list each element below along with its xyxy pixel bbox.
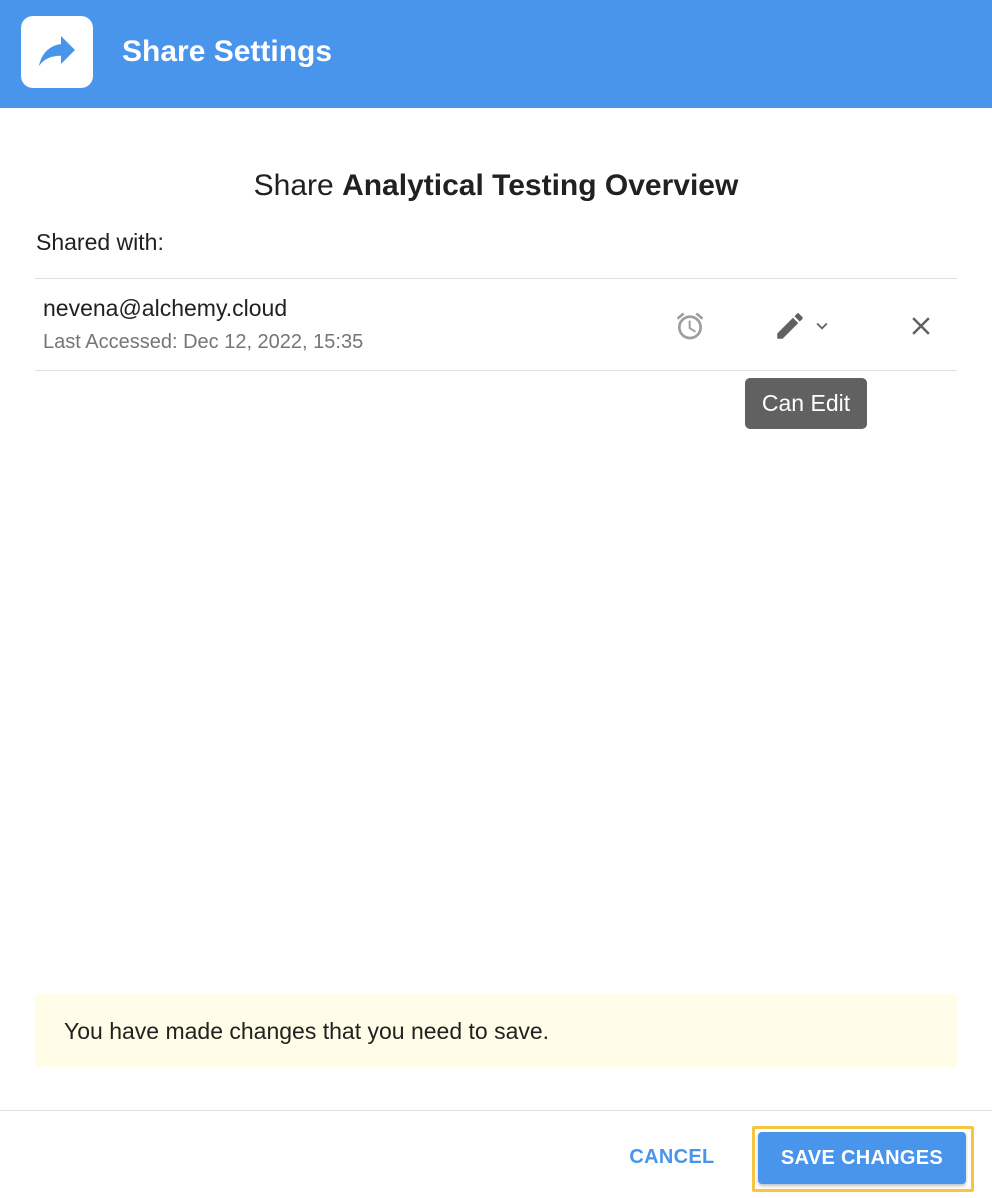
footer-divider [0, 1110, 992, 1111]
warning-text: You have made changes that you need to s… [64, 1018, 550, 1044]
remove-share-button[interactable] [898, 303, 944, 349]
share-heading-prefix: Share [253, 169, 343, 202]
user-email: nevena@alchemy.cloud [43, 295, 288, 321]
share-forward-icon [39, 36, 75, 66]
permission-tooltip: Can Edit [745, 378, 867, 429]
header-icon-container [21, 16, 93, 88]
list-bottom-divider [35, 370, 957, 371]
set-expiry-button[interactable] [667, 303, 713, 349]
unsaved-changes-warning: You have made changes that you need to s… [35, 994, 957, 1067]
last-accessed-text: Last Accessed: Dec 12, 2022, 15:35 [43, 331, 364, 353]
cancel-button[interactable]: CANCEL [612, 1131, 732, 1183]
pencil-icon [777, 313, 803, 339]
share-settings-dialog: Share Settings Share Analytical Testing … [0, 0, 992, 1198]
permission-dropdown-button[interactable] [768, 303, 838, 349]
share-heading: Share Analytical Testing Overview [0, 166, 992, 206]
dialog-header: Share Settings [0, 0, 992, 108]
document-name: Analytical Testing Overview [342, 169, 739, 202]
alarm-clock-icon [676, 312, 704, 340]
chevron-down-icon [816, 322, 828, 330]
dialog-title: Share Settings [122, 35, 333, 68]
close-icon [912, 317, 930, 335]
shared-with-label: Shared with: [36, 229, 164, 255]
save-changes-button[interactable]: SAVE CHANGES [758, 1132, 966, 1184]
share-list-item: nevena@alchemy.cloud Last Accessed: Dec … [35, 279, 957, 370]
